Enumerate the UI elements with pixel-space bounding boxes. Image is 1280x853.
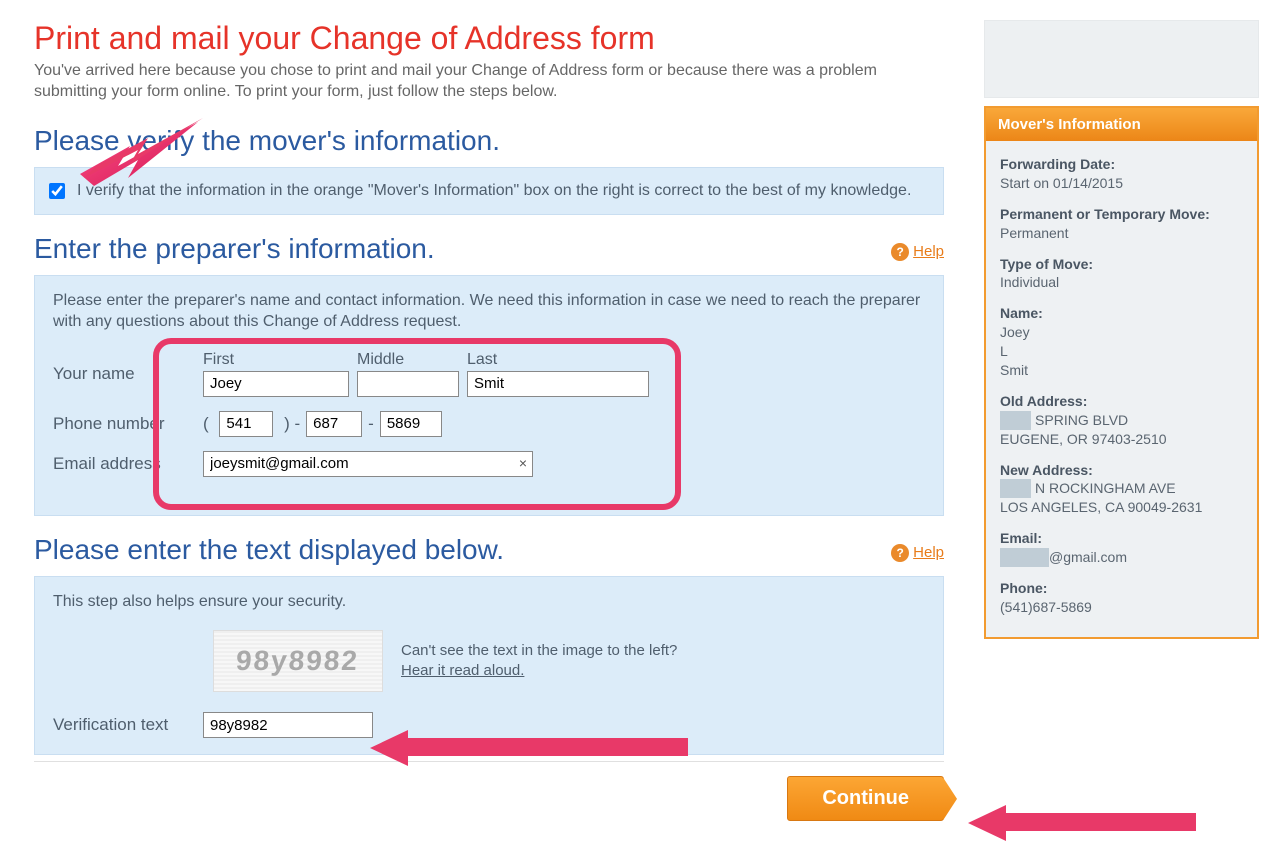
verify-box: I verify that the information in the ora… <box>34 167 944 215</box>
new-addr-line1: 0000 N ROCKINGHAM AVE <box>1000 479 1243 498</box>
old-addr-label: Old Address: <box>1000 392 1243 411</box>
middle-name-input[interactable] <box>357 371 459 397</box>
email-input[interactable] <box>203 451 533 477</box>
page-title: Print and mail your Change of Address fo… <box>34 20 944 57</box>
phone-value-sidebar: (541)687-5869 <box>1000 598 1243 617</box>
movers-info-header: Mover's Information <box>986 108 1257 141</box>
help-link-captcha[interactable]: ? Help <box>891 544 944 562</box>
phone-line-input[interactable] <box>380 411 442 437</box>
verify-checkbox[interactable] <box>49 183 65 199</box>
footer-row: Continue <box>34 761 944 821</box>
name-label-sidebar: Name: <box>1000 304 1243 323</box>
help-text[interactable]: Help <box>913 243 944 260</box>
continue-label: Continue <box>822 787 909 809</box>
middle-hdr: Middle <box>357 351 459 369</box>
phone-area-input[interactable] <box>219 411 273 437</box>
type-value: Individual <box>1000 273 1243 292</box>
move-type-value: Permanent <box>1000 224 1243 243</box>
name-label: Your name <box>53 364 203 384</box>
old-addr-line1: 0000 SPRING BLVD <box>1000 411 1243 430</box>
phone-label-sidebar: Phone: <box>1000 579 1243 598</box>
main-column: Print and mail your Change of Address fo… <box>34 20 944 821</box>
type-label: Type of Move: <box>1000 255 1243 274</box>
email-label: Email address <box>53 454 203 474</box>
captcha-image-text: 98y8982 <box>235 645 360 677</box>
sidebar: Mover's Information Forwarding Date: Sta… <box>984 20 1259 821</box>
phone-prefix-input[interactable] <box>306 411 362 437</box>
captcha-box: This step also helps ensure your securit… <box>34 576 944 756</box>
first-hdr: First <box>203 351 349 369</box>
first-name-input[interactable] <box>203 371 349 397</box>
help-link-preparer[interactable]: ? Help <box>891 243 944 261</box>
preparer-box: Please enter the preparer's name and con… <box>34 275 944 516</box>
intro-text: You've arrived here because you chose to… <box>34 61 944 103</box>
preparer-heading: Enter the preparer's information. <box>34 233 435 265</box>
preparer-note: Please enter the preparer's name and con… <box>53 290 925 333</box>
old-addr-line2: EUGENE, OR 97403-2510 <box>1000 430 1243 449</box>
captcha-heading: Please enter the text displayed below. <box>34 534 504 566</box>
name-mi-val: L <box>1000 342 1243 361</box>
help-text[interactable]: Help <box>913 544 944 561</box>
move-type-label: Permanent or Temporary Move: <box>1000 205 1243 224</box>
verification-input[interactable] <box>203 712 373 738</box>
movers-info-card: Mover's Information Forwarding Date: Sta… <box>984 106 1259 639</box>
help-icon: ? <box>891 243 909 261</box>
captcha-note: This step also helps ensure your securit… <box>53 591 925 613</box>
captcha-hear-link[interactable]: Hear it read aloud. <box>401 662 524 679</box>
name-last-val: Smit <box>1000 361 1243 380</box>
new-addr-label: New Address: <box>1000 461 1243 480</box>
verification-label: Verification text <box>53 715 203 735</box>
help-icon: ? <box>891 544 909 562</box>
verify-heading: Please verify the mover's information. <box>34 125 944 157</box>
clear-email-icon[interactable]: × <box>519 455 527 471</box>
phone-label: Phone number <box>53 414 203 434</box>
captcha-help-text: Can't see the text in the image to the l… <box>401 641 677 682</box>
new-addr-line2: LOS ANGELES, CA 90049-2631 <box>1000 498 1243 517</box>
name-first-val: Joey <box>1000 323 1243 342</box>
email-label-sidebar: Email: <box>1000 529 1243 548</box>
captcha-image: 98y8982 <box>213 630 383 692</box>
captcha-cant-see: Can't see the text in the image to the l… <box>401 642 677 659</box>
fwd-date-value: Start on 01/14/2015 <box>1000 174 1243 193</box>
email-value-sidebar: xxxxxxx@gmail.com <box>1000 548 1243 567</box>
last-hdr: Last <box>467 351 649 369</box>
fwd-date-label: Forwarding Date: <box>1000 155 1243 174</box>
continue-button[interactable]: Continue <box>787 776 944 821</box>
last-name-input[interactable] <box>467 371 649 397</box>
verify-label: I verify that the information in the ora… <box>77 182 911 200</box>
sidebar-empty-card <box>984 20 1259 98</box>
